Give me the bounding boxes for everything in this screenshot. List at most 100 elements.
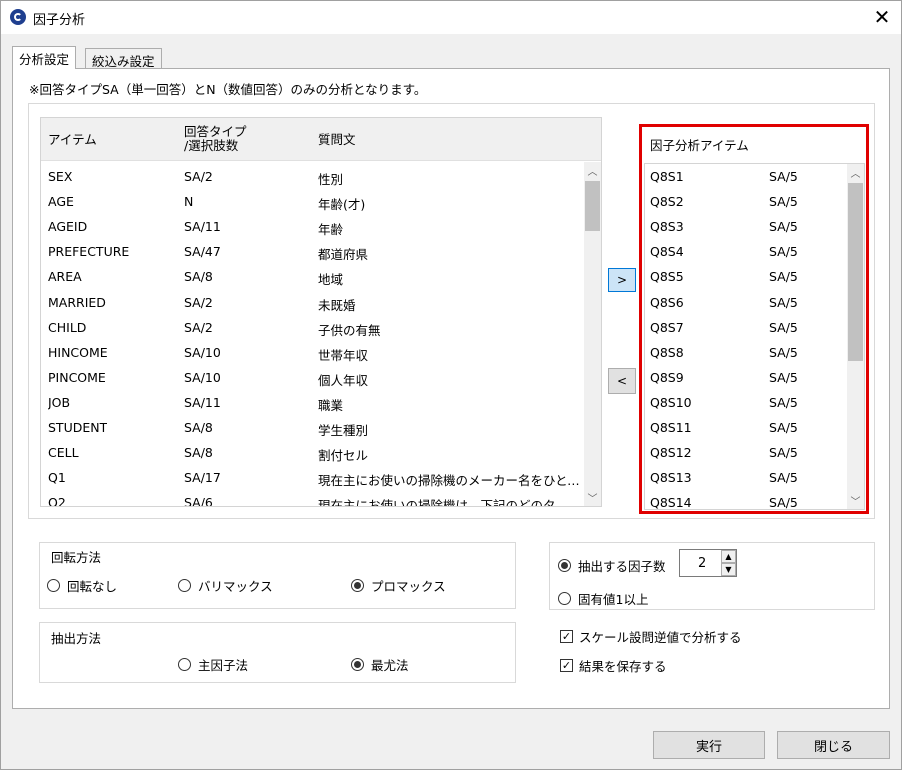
column-header-type[interactable]: 回答タイプ bbox=[184, 125, 247, 139]
table-row[interactable]: CHILD SA/2 子供の有無 bbox=[41, 315, 581, 340]
list-item[interactable]: Q8S13 SA/5 bbox=[645, 466, 845, 491]
spin-up-icon[interactable]: ▲ bbox=[721, 550, 736, 563]
scrollbar-thumb[interactable] bbox=[585, 181, 600, 231]
list-item[interactable]: Q8S14 SA/5 bbox=[645, 491, 845, 510]
scroll-down-icon[interactable]: ﹀ bbox=[584, 489, 601, 506]
cell-item: HINCOME bbox=[48, 344, 108, 360]
table-row[interactable]: HINCOME SA/10 世帯年収 bbox=[41, 340, 581, 365]
scroll-down-icon[interactable]: ﹀ bbox=[847, 492, 864, 509]
close-button[interactable]: 閉じる bbox=[777, 731, 890, 759]
factor-item-type: SA/5 bbox=[769, 344, 798, 360]
table-row[interactable]: Q2 SA/6 現在主にお使いの掃除機は、下記のどのタイプ... bbox=[41, 490, 581, 506]
table-row[interactable]: AREA SA/8 地域 bbox=[41, 264, 581, 289]
cell-question: 都道府県 bbox=[318, 247, 369, 263]
checkbox-reverse-scale[interactable]: ✓ スケール設問逆値で分析する bbox=[560, 627, 742, 646]
cell-item: Q1 bbox=[48, 470, 66, 486]
factor-item-type: SA/5 bbox=[769, 269, 798, 285]
factor-item-name: Q8S11 bbox=[650, 420, 692, 435]
cell-question: 職業 bbox=[318, 397, 344, 413]
cell-item: STUDENT bbox=[48, 420, 108, 435]
checkbox-save-results[interactable]: ✓ 結果を保存する bbox=[560, 656, 667, 675]
column-header-question[interactable]: 質問文 bbox=[318, 133, 356, 147]
table-row[interactable]: CELL SA/8 割付セル bbox=[41, 440, 581, 465]
radio-no-rotation[interactable]: 回転なし bbox=[47, 576, 117, 595]
cell-item: CHILD bbox=[48, 319, 87, 335]
cell-type: SA/2 bbox=[184, 169, 213, 184]
radio-principal-factor[interactable]: 主因子法 bbox=[178, 655, 248, 674]
table-row[interactable]: STUDENT SA/8 学生種別 bbox=[41, 415, 581, 440]
cell-item: AGE bbox=[48, 194, 74, 210]
factor-list-scrollbar[interactable]: ︿ ﹀ bbox=[847, 164, 864, 509]
radio-circle bbox=[178, 579, 191, 592]
column-header-item[interactable]: アイテム bbox=[48, 133, 97, 147]
radio-varimax[interactable]: バリマックス bbox=[178, 576, 273, 595]
table-row[interactable]: AGEID SA/11 年齢 bbox=[41, 214, 581, 239]
radio-circle bbox=[47, 579, 60, 592]
close-window-button[interactable]: ✕ bbox=[867, 3, 897, 31]
factor-item-type: SA/5 bbox=[769, 369, 798, 385]
factor-count-value[interactable]: 2 bbox=[698, 556, 706, 571]
add-item-button[interactable]: > bbox=[608, 268, 636, 292]
item-table[interactable]: アイテム 回答タイプ /選択肢数 質問文 SEX SA/2 性別 AGE N 年齢(才) A… bbox=[40, 117, 602, 507]
remove-item-button[interactable]: < bbox=[608, 368, 636, 394]
list-item[interactable]: Q8S11 SA/5 bbox=[645, 416, 845, 441]
radio-eigenvalue[interactable]: 固有値1以上 bbox=[558, 589, 648, 608]
radio-label: 抽出する因子数 bbox=[578, 559, 666, 574]
factor-items-list[interactable]: Q8S1 SA/5 Q8S2 SA/5 Q8S3 SA/5 Q8S4 SA/5 Q8S5 SA/5… bbox=[644, 163, 865, 510]
list-item[interactable]: Q8S7 SA/5 bbox=[645, 316, 845, 341]
list-item[interactable]: Q8S8 SA/5 bbox=[645, 341, 845, 366]
scroll-up-icon[interactable]: ︿ bbox=[584, 162, 601, 179]
radio-factor-count[interactable]: 抽出する因子数 bbox=[558, 556, 666, 575]
run-button[interactable]: 実行 bbox=[653, 731, 765, 759]
list-item[interactable]: Q8S10 SA/5 bbox=[645, 391, 845, 416]
factor-item-type: SA/5 bbox=[769, 495, 798, 510]
scroll-up-icon[interactable]: ︿ bbox=[847, 164, 864, 181]
checkbox-label: 結果を保存する bbox=[579, 659, 667, 674]
radio-promax[interactable]: プロマックス bbox=[351, 576, 446, 595]
radio-circle bbox=[351, 579, 364, 592]
cell-question: 未既婚 bbox=[318, 297, 356, 313]
list-item[interactable]: Q8S9 SA/5 bbox=[645, 366, 845, 391]
factor-item-name: Q8S14 bbox=[650, 495, 692, 510]
radio-label: バリマックス bbox=[198, 579, 273, 594]
analysis-note: ※回答タイプSA（単一回答）とN（数値回答）のみの分析となります。 bbox=[29, 82, 427, 97]
table-row[interactable]: SEX SA/2 性別 bbox=[41, 164, 581, 189]
factor-analysis-dialog: 因子分析 ✕ 分析設定 絞込み設定 ※回答タイプSA（単一回答）とN（数値回答）… bbox=[0, 0, 902, 770]
list-item[interactable]: Q8S2 SA/5 bbox=[645, 190, 845, 215]
extraction-title: 抽出方法 bbox=[51, 631, 102, 646]
tab-analysis-settings[interactable]: 分析設定 bbox=[12, 46, 77, 69]
cell-type: SA/8 bbox=[184, 269, 213, 285]
factor-item-type: SA/5 bbox=[769, 445, 798, 461]
item-table-scrollbar[interactable]: ︿ ﹀ bbox=[584, 162, 601, 506]
list-item[interactable]: Q8S5 SA/5 bbox=[645, 265, 845, 290]
list-item[interactable]: Q8S3 SA/5 bbox=[645, 215, 845, 240]
cell-item: AGEID bbox=[48, 219, 88, 235]
scrollbar-thumb[interactable] bbox=[848, 183, 863, 361]
factor-item-type: SA/5 bbox=[769, 219, 798, 235]
table-row[interactable]: Q1 SA/17 現在主にお使いの掃除機のメーカー名をひとつ... bbox=[41, 465, 581, 490]
factor-item-name: Q8S9 bbox=[650, 369, 684, 385]
list-item[interactable]: Q8S12 SA/5 bbox=[645, 441, 845, 466]
spin-down-icon[interactable]: ▼ bbox=[721, 563, 736, 576]
cell-type: SA/10 bbox=[184, 344, 221, 360]
radio-max-likelihood[interactable]: 最尤法 bbox=[351, 655, 409, 674]
factor-item-type: SA/5 bbox=[769, 319, 798, 335]
cell-question: 世帯年収 bbox=[318, 347, 369, 363]
table-row[interactable]: AGE N 年齢(才) bbox=[41, 189, 581, 214]
table-row[interactable]: PINCOME SA/10 個人年収 bbox=[41, 365, 581, 390]
cell-item: PINCOME bbox=[48, 369, 106, 385]
list-item[interactable]: Q8S4 SA/5 bbox=[645, 240, 845, 265]
cell-type: SA/2 bbox=[184, 319, 213, 335]
factor-item-name: Q8S8 bbox=[650, 344, 684, 360]
list-item[interactable]: Q8S6 SA/5 bbox=[645, 291, 845, 316]
table-row[interactable]: MARRIED SA/2 未既婚 bbox=[41, 290, 581, 315]
tab-filter-settings[interactable]: 絞込み設定 bbox=[85, 48, 162, 69]
factor-count-stepper[interactable]: 2 ▲ ▼ bbox=[679, 549, 737, 577]
table-row[interactable]: PREFECTURE SA/47 都道府県 bbox=[41, 239, 581, 264]
table-header: アイテム 回答タイプ /選択肢数 質問文 bbox=[41, 118, 601, 161]
list-item[interactable]: Q8S1 SA/5 bbox=[645, 165, 845, 190]
radio-circle bbox=[351, 658, 364, 671]
cell-item: CELL bbox=[48, 445, 79, 461]
table-row[interactable]: JOB SA/11 職業 bbox=[41, 390, 581, 415]
cell-question: 学生種別 bbox=[318, 423, 369, 438]
